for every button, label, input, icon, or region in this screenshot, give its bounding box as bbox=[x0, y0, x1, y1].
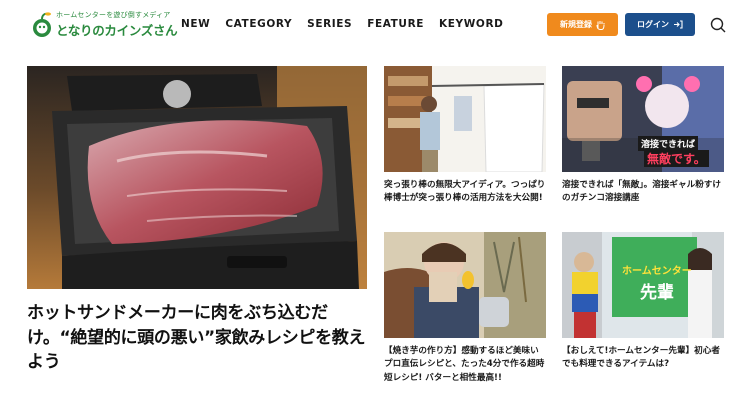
card-overlay-line2: 無敵です。 bbox=[644, 150, 709, 167]
logo-name: となりのカインズさん bbox=[56, 23, 178, 38]
site-header: ホームセンターを遊び倒すメディア となりのカインズさん NEW CATEGORY… bbox=[0, 0, 750, 52]
article-card-image[interactable] bbox=[384, 232, 546, 338]
logo-tagline: ホームセンターを遊び倒すメディア bbox=[56, 11, 171, 19]
feature-article-image[interactable] bbox=[27, 66, 367, 289]
article-card-title[interactable]: 溶接できれば「無敵」。溶接ギャル粉すけのガチンコ溶接講座 bbox=[562, 179, 727, 206]
hand-icon bbox=[596, 20, 605, 30]
nav-keyword[interactable]: KEYWORD bbox=[439, 18, 503, 30]
article-card-title[interactable]: 突っ張り棒の無限大アイディア。つっぱり棒博士が突っ張り棒の活用方法を大公開! bbox=[384, 179, 546, 206]
nav-new[interactable]: NEW bbox=[181, 18, 210, 30]
feature-article-title[interactable]: ホットサンドメーカーに肉をぶち込むだけ。“絶望的に頭の悪い”家飲みレシピを教えよ… bbox=[27, 301, 372, 375]
register-label: 新規登録 bbox=[560, 20, 592, 29]
site-logo[interactable]: ホームセンターを遊び倒すメディア となりのカインズさん bbox=[30, 9, 178, 43]
card-overlay-line1: 溶接できれば bbox=[638, 136, 699, 151]
card-overlay-line2: 先輩 bbox=[640, 283, 674, 303]
nav-feature[interactable]: FEATURE bbox=[367, 18, 424, 30]
nav-series[interactable]: SERIES bbox=[307, 18, 352, 30]
login-button[interactable]: ログイン bbox=[625, 13, 695, 36]
article-card-image[interactable]: 溶接できれば 無敵です。 bbox=[562, 66, 724, 172]
article-card-title[interactable]: 【おしえて!ホームセンター先輩】初心者でも料理できるアイテムは? bbox=[562, 345, 727, 372]
logo-mascot-icon bbox=[33, 12, 51, 37]
card-overlay-line1: ホームセンター bbox=[622, 266, 692, 277]
article-card-image[interactable]: ホームセンター 先輩 bbox=[562, 232, 724, 338]
login-arrow-icon bbox=[674, 20, 683, 29]
article-card-image[interactable] bbox=[384, 66, 546, 172]
register-button[interactable]: 新規登録 bbox=[547, 13, 618, 36]
search-icon[interactable] bbox=[709, 16, 727, 34]
login-label: ログイン bbox=[637, 20, 669, 29]
nav-category[interactable]: CATEGORY bbox=[225, 18, 292, 30]
main-nav: NEW CATEGORY SERIES FEATURE KEYWORD bbox=[181, 18, 503, 30]
article-card-title[interactable]: 【焼き芋の作り方】感動するほど美味いプロ直伝レシピと、たった4分で作る超時短レシ… bbox=[384, 345, 546, 385]
